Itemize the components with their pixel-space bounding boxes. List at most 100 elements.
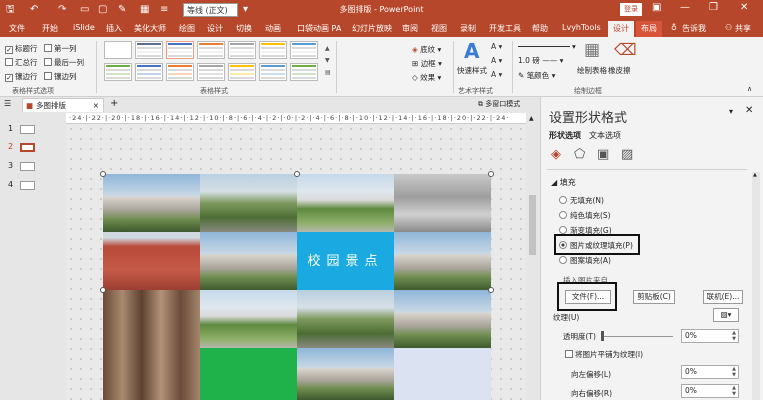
table-cell-photo[interactable] (103, 348, 200, 400)
last-column-checkbox[interactable]: 最后一列 (44, 57, 84, 68)
table-cell-photo[interactable] (103, 290, 200, 348)
fill-line-icon[interactable]: ◈ (551, 147, 561, 162)
radio-solid-fill[interactable]: 纯色填充(S) (559, 210, 611, 221)
collapse-ribbon-icon[interactable]: ∧ (747, 85, 752, 93)
table-style-swatch[interactable] (135, 63, 163, 81)
spinner-icon[interactable]: ▲ ▼ (732, 366, 736, 378)
pen-style-dropdown-icon[interactable]: ▾ (572, 42, 576, 51)
table-style-swatch[interactable] (197, 41, 225, 59)
radio-pattern-fill[interactable]: 图案填充(A) (559, 255, 611, 266)
tab-developer[interactable]: 开发工具 (489, 23, 521, 34)
tab-pocket-animation[interactable]: 口袋动画 PA (297, 23, 341, 34)
tab-home[interactable]: 开始 (42, 23, 58, 34)
pane-options-icon[interactable]: ▾ (729, 107, 733, 116)
document-tab-active[interactable]: ■ 多图排版 × (22, 98, 104, 112)
resize-handle[interactable] (488, 171, 494, 177)
tab-islide[interactable]: iSlide (73, 23, 95, 32)
scroll-up-icon[interactable]: ▲ (529, 115, 534, 122)
table-cell-photo[interactable] (200, 174, 297, 232)
clipboard-button[interactable]: 剪贴板(C) (633, 290, 675, 304)
table-cell-solid[interactable] (394, 348, 491, 400)
table-style-swatch[interactable] (197, 63, 225, 81)
text-outline-icon[interactable]: A ▾ (491, 56, 502, 65)
transparency-slider-thumb[interactable] (601, 331, 604, 341)
resize-handle[interactable] (488, 287, 494, 293)
first-column-checkbox[interactable]: 第一列 (44, 43, 77, 54)
table-cell-photo[interactable] (297, 290, 394, 348)
tab-transitions[interactable]: 切换 (236, 23, 252, 34)
spinner-icon[interactable]: ▲ ▼ (732, 385, 736, 397)
pen-weight-dropdown[interactable]: 1.0 磅 —— ▾ (518, 55, 563, 66)
slide-thumbnail[interactable] (20, 181, 35, 190)
slide-thumbnail[interactable] (20, 125, 35, 134)
transparency-input[interactable]: 0% ▲ ▼ (681, 329, 739, 343)
vertical-scrollbar[interactable]: ▲ (526, 113, 540, 400)
banded-columns-checkbox[interactable]: 镶边列 (44, 71, 77, 82)
effects-pentagon-icon[interactable]: ⬠ (574, 147, 585, 162)
slide-thumbnail-active[interactable] (20, 143, 35, 152)
table-cell-photo[interactable] (103, 232, 200, 290)
borders-button[interactable]: ⊞ 边框 ▾ (412, 58, 442, 69)
close-tab-icon[interactable]: × (93, 99, 99, 112)
transparency-slider[interactable] (603, 336, 673, 337)
table-style-swatch[interactable] (228, 41, 256, 59)
tab-animations[interactable]: 动画 (265, 23, 281, 34)
table-cell-photo[interactable] (297, 174, 394, 232)
gallery-scroll-icon[interactable]: ▲ ▼ ▤ (325, 43, 331, 79)
table-style-swatch[interactable] (290, 63, 318, 81)
eraser-button[interactable]: 橡皮擦 (608, 65, 631, 76)
table-style-swatch[interactable] (104, 63, 132, 81)
tab-draw[interactable]: 绘图 (179, 23, 195, 34)
table-cell-photo[interactable] (394, 232, 491, 290)
tab-help[interactable]: 帮助 (532, 23, 548, 34)
pen-style-line[interactable] (518, 46, 570, 47)
spinner-icon[interactable]: ▲ ▼ (732, 330, 736, 342)
online-button[interactable]: 联机(E)... (703, 290, 743, 304)
tab-slideshow[interactable]: 幻灯片放映 (352, 23, 392, 34)
table-cell-text[interactable]: 校园景点 (297, 232, 394, 290)
resize-handle[interactable] (294, 171, 300, 177)
table-style-swatch[interactable] (166, 41, 194, 59)
login-button[interactable]: 登录 (620, 3, 642, 16)
table-style-swatch[interactable] (228, 63, 256, 81)
share-button[interactable]: 共享 (735, 23, 751, 34)
tab-file[interactable]: 文件 (9, 23, 25, 34)
close-button[interactable]: ✕ (740, 2, 748, 13)
size-properties-icon[interactable]: ▣ (597, 147, 609, 162)
offset-left-input[interactable]: 0% ▲ ▼ (681, 365, 739, 379)
pen-color-button[interactable]: ✎ 笔颜色 ▾ (518, 70, 555, 81)
minimize-button[interactable]: — (680, 2, 690, 13)
scroll-thumb[interactable] (529, 195, 536, 255)
resize-handle[interactable] (100, 171, 106, 177)
total-row-checkbox[interactable]: 汇总行 (5, 57, 38, 68)
banded-rows-checkbox[interactable]: ✓ 镶边行 (5, 71, 38, 82)
table-cell-photo[interactable] (394, 290, 491, 348)
tab-review[interactable]: 审阅 (402, 23, 418, 34)
ribbon-display-icon[interactable]: ▣ (652, 2, 661, 13)
tab-meihua[interactable]: 美化大师 (134, 23, 166, 34)
offset-right-input[interactable]: 0% ▲ ▼ (681, 384, 739, 398)
tell-me-search[interactable]: 告诉我 (682, 23, 706, 34)
shading-button[interactable]: ◈ 底纹 ▾ (412, 44, 441, 55)
table-style-swatch[interactable] (259, 63, 287, 81)
table-style-swatch[interactable] (290, 41, 318, 59)
tab-record[interactable]: 录制 (460, 23, 476, 34)
resize-handle[interactable] (100, 287, 106, 293)
tab-lvyhtools[interactable]: LvyhTools (562, 23, 601, 32)
multi-window-mode[interactable]: ⧉ 多窗口模式 (478, 99, 520, 109)
maximize-button[interactable]: ❐ (709, 2, 718, 13)
table-cell-photo[interactable] (394, 174, 491, 232)
tab-table-layout[interactable]: 布局 (636, 21, 662, 37)
tab-table-design[interactable]: 设计 (608, 21, 634, 37)
tab-shape-options[interactable]: 形状选项 (549, 130, 581, 141)
tab-view[interactable]: 视图 (431, 23, 447, 34)
table-style-swatch[interactable] (259, 41, 287, 59)
tile-picture-checkbox[interactable]: 将图片平铺为纹理(I) (565, 349, 643, 360)
text-fill-icon[interactable]: A ▾ (491, 42, 502, 51)
sidebar-toggle-icon[interactable]: ☰ (4, 99, 11, 108)
header-row-checkbox[interactable]: ✓ 标题行 (5, 43, 38, 54)
table-style-swatch[interactable] (166, 63, 194, 81)
tab-text-options[interactable]: 文本选项 (589, 130, 621, 141)
effects-button[interactable]: ◇ 效果 ▾ (412, 72, 441, 83)
fill-section-header[interactable]: ◢ 填充 (551, 177, 576, 188)
